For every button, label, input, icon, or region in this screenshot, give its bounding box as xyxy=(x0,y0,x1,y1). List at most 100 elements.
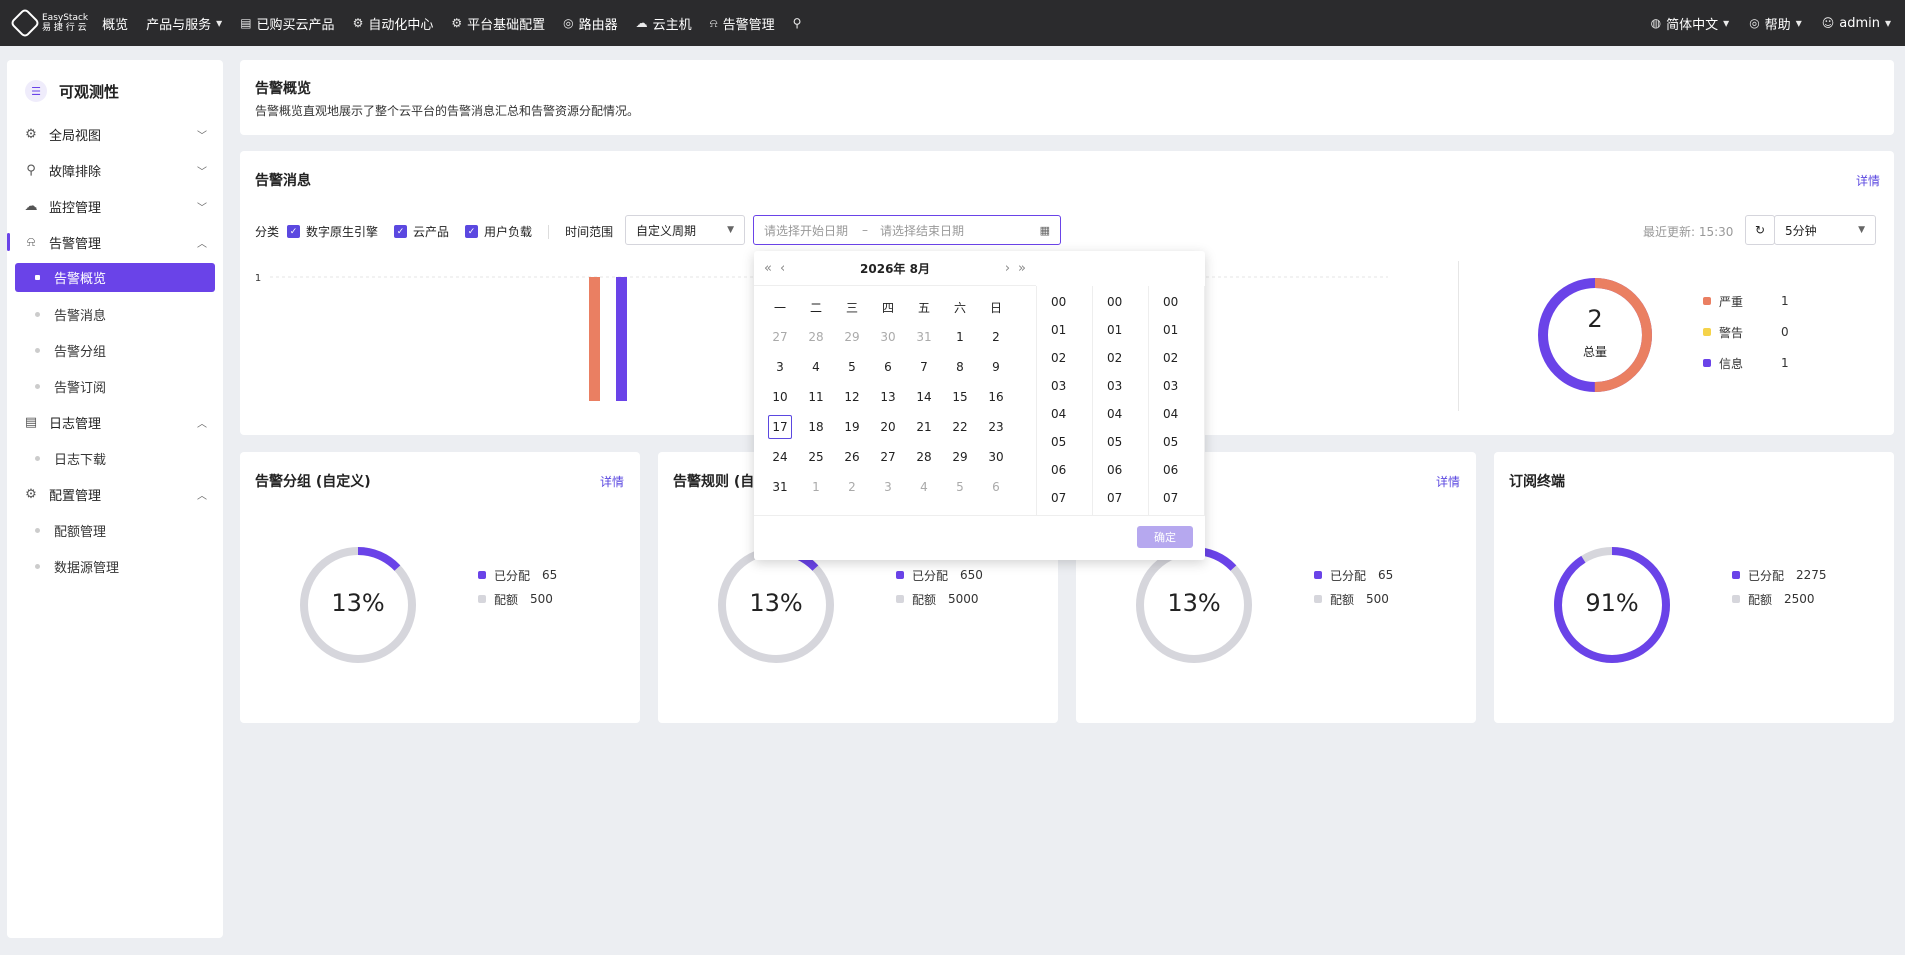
calendar-day[interactable]: 30 xyxy=(978,445,1014,469)
time-option[interactable]: 01 xyxy=(1093,316,1148,344)
second-column[interactable]: 00 01 02 03 04 05 06 07 xyxy=(1149,286,1205,515)
period-select[interactable]: 自定义周期 ▼ xyxy=(625,215,745,245)
time-option[interactable]: 06 xyxy=(1149,456,1204,484)
calendar-day[interactable]: 19 xyxy=(834,415,870,439)
time-option[interactable]: 00 xyxy=(1037,288,1092,316)
calendar-day[interactable]: 29 xyxy=(942,445,978,469)
calendar-day[interactable]: 30 xyxy=(870,325,906,349)
calendar-day[interactable]: 3 xyxy=(870,475,906,499)
calendar-day[interactable]: 25 xyxy=(798,445,834,469)
sidebar-item-monitoring[interactable]: ☁ 监控管理 ﹀ xyxy=(7,188,223,224)
help-menu[interactable]: ◎ 帮助 ▾ xyxy=(1749,14,1802,33)
checkbox-user-workload[interactable]: ✓ 用户负载 xyxy=(465,223,532,240)
calendar-day[interactable]: 16 xyxy=(978,385,1014,409)
calendar-day[interactable]: 11 xyxy=(798,385,834,409)
quota-card-detail-link[interactable]: 详情 xyxy=(1436,473,1460,490)
calendar-day[interactable]: 15 xyxy=(942,385,978,409)
calendar-day[interactable]: 3 xyxy=(762,355,798,379)
prev-month-icon[interactable]: ‹ xyxy=(780,261,785,276)
calendar-day[interactable]: 8 xyxy=(942,355,978,379)
hour-column[interactable]: 00 01 02 03 04 05 06 07 xyxy=(1037,286,1093,515)
easystack-logo[interactable]: EasyStack 易 捷 行 云 xyxy=(9,7,88,39)
time-option[interactable]: 06 xyxy=(1037,456,1092,484)
sidebar-item-global-view[interactable]: ⚙ 全局视图 ﹀ xyxy=(7,116,223,152)
time-option[interactable]: 03 xyxy=(1149,372,1204,400)
refresh-button[interactable]: ↻ xyxy=(1745,215,1775,245)
calendar-day[interactable]: 1 xyxy=(942,325,978,349)
time-option[interactable]: 00 xyxy=(1093,288,1148,316)
sidebar-item-quota-management[interactable]: 配额管理 xyxy=(15,512,215,548)
quota-card-detail-link[interactable]: 详情 xyxy=(600,473,624,490)
nav-router[interactable]: ◎ 路由器 xyxy=(563,14,618,33)
sidebar-item-datasource-management[interactable]: 数据源管理 xyxy=(15,548,215,584)
calendar-day[interactable]: 6 xyxy=(978,475,1014,499)
menu-icon[interactable]: ☰ xyxy=(25,80,47,102)
calendar-day[interactable]: 28 xyxy=(798,325,834,349)
calendar-day[interactable]: 27 xyxy=(870,445,906,469)
calendar-day[interactable]: 4 xyxy=(906,475,942,499)
calendar-day[interactable]: 20 xyxy=(870,415,906,439)
minute-column[interactable]: 00 01 02 03 04 05 06 07 xyxy=(1093,286,1149,515)
pin-button[interactable]: ⚲ xyxy=(793,16,802,30)
time-option[interactable]: 03 xyxy=(1037,372,1092,400)
calendar-day[interactable]: 9 xyxy=(978,355,1014,379)
checkbox-cloud-products[interactable]: ✓ 云产品 xyxy=(394,223,449,240)
refresh-interval-select[interactable]: 5分钟 ▼ xyxy=(1774,215,1876,245)
time-option[interactable]: 01 xyxy=(1149,316,1204,344)
calendar-day[interactable]: 6 xyxy=(870,355,906,379)
sidebar-item-alarm-messages[interactable]: 告警消息 xyxy=(15,296,215,332)
time-option[interactable]: 04 xyxy=(1149,400,1204,428)
sidebar-item-troubleshooting[interactable]: ⚲ 故障排除 ﹀ xyxy=(7,152,223,188)
calendar-day[interactable]: 2 xyxy=(834,475,870,499)
calendar-day[interactable]: 21 xyxy=(906,415,942,439)
nav-products-services[interactable]: 产品与服务 ▾ xyxy=(146,14,222,33)
time-option[interactable]: 04 xyxy=(1093,400,1148,428)
calendar-day[interactable]: 27 xyxy=(762,325,798,349)
calendar-day[interactable]: 24 xyxy=(762,445,798,469)
sidebar-item-alarm-subscriptions[interactable]: 告警订阅 xyxy=(15,368,215,404)
nav-overview[interactable]: 概览 xyxy=(102,14,128,33)
sidebar-item-alarm-overview[interactable]: 告警概览 xyxy=(15,263,215,292)
sidebar-item-alarm-groups[interactable]: 告警分组 xyxy=(15,332,215,368)
calendar-day[interactable]: 5 xyxy=(834,355,870,379)
date-range-picker[interactable]: 请选择开始日期 – 请选择结束日期 ▦ xyxy=(753,215,1061,245)
calendar-day[interactable]: 31 xyxy=(906,325,942,349)
time-option[interactable]: 05 xyxy=(1037,428,1092,456)
calendar-day[interactable]: 28 xyxy=(906,445,942,469)
language-switcher[interactable]: ◍ 简体中文 ▾ xyxy=(1651,14,1730,33)
confirm-button[interactable]: 确定 xyxy=(1137,526,1193,548)
time-option[interactable]: 07 xyxy=(1149,484,1204,512)
alarm-messages-detail-link[interactable]: 详情 xyxy=(1856,172,1880,189)
time-option[interactable]: 03 xyxy=(1093,372,1148,400)
calendar-day[interactable]: 31 xyxy=(762,475,798,499)
sidebar-item-alarm-management[interactable]: ⍾ 告警管理 ︿ xyxy=(7,224,223,260)
nav-purchased-products[interactable]: ▤ 已购买云产品 xyxy=(240,14,334,33)
time-option[interactable]: 07 xyxy=(1093,484,1148,512)
nav-cloud-host[interactable]: ☁ 云主机 xyxy=(636,14,692,33)
sidebar-item-log-download[interactable]: 日志下载 xyxy=(15,440,215,476)
calendar-day[interactable]: 2 xyxy=(978,325,1014,349)
nav-automation-center[interactable]: ⚙ 自动化中心 xyxy=(353,14,434,33)
calendar-day[interactable]: 10 xyxy=(762,385,798,409)
start-date-input[interactable]: 请选择开始日期 xyxy=(764,222,848,239)
checkbox-digital-native-engine[interactable]: ✓ 数字原生引擎 xyxy=(287,223,378,240)
nav-platform-config[interactable]: ⚙ 平台基础配置 xyxy=(451,14,545,33)
prev-year-icon[interactable]: « xyxy=(764,261,772,276)
time-option[interactable]: 02 xyxy=(1149,344,1204,372)
time-option[interactable]: 00 xyxy=(1149,288,1204,316)
calendar-day[interactable]: 18 xyxy=(798,415,834,439)
nav-alarm-management[interactable]: ⍾ 告警管理 xyxy=(710,14,775,33)
next-year-icon[interactable]: » xyxy=(1018,261,1026,276)
calendar-day[interactable]: 26 xyxy=(834,445,870,469)
time-option[interactable]: 04 xyxy=(1037,400,1092,428)
calendar-day[interactable]: 1 xyxy=(798,475,834,499)
end-date-input[interactable]: 请选择结束日期 xyxy=(880,222,964,239)
time-option[interactable]: 05 xyxy=(1093,428,1148,456)
user-menu[interactable]: ☺ admin ▾ xyxy=(1822,14,1891,33)
sidebar-item-log-management[interactable]: ▤ 日志管理 ︿ xyxy=(7,404,223,440)
calendar-day-today[interactable]: 17 xyxy=(762,415,798,439)
time-option[interactable]: 05 xyxy=(1149,428,1204,456)
sidebar-item-config-management[interactable]: ⚙ 配置管理 ︿ xyxy=(7,476,223,512)
calendar-day[interactable]: 22 xyxy=(942,415,978,439)
calendar-day[interactable]: 7 xyxy=(906,355,942,379)
